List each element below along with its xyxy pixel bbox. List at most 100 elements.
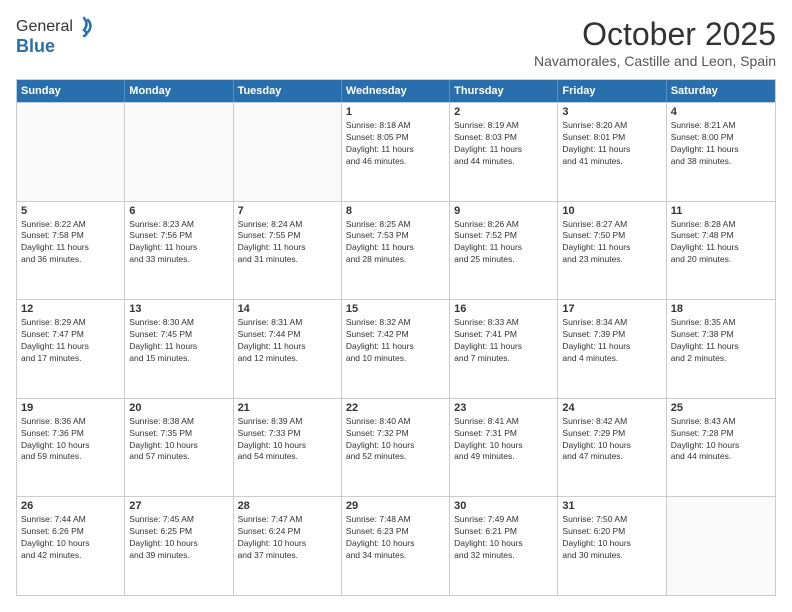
day-cell-10: 10 Sunrise: 8:27 AM Sunset: 7:50 PM Dayli… [558,202,666,300]
date-number: 21 [238,402,337,414]
date-number: 2 [454,106,553,118]
cell-info-text: Sunrise: 8:31 AM Sunset: 7:44 PM Dayligh… [238,317,337,365]
date-number: 24 [562,402,661,414]
cell-info-text: Sunrise: 8:18 AM Sunset: 8:05 PM Dayligh… [346,120,445,168]
cell-info-text: Sunrise: 8:19 AM Sunset: 8:03 PM Dayligh… [454,120,553,168]
cell-info-text: Sunrise: 8:26 AM Sunset: 7:52 PM Dayligh… [454,219,553,267]
day-cell-13: 13Sunrise: 8:30 AM Sunset: 7:45 PM Dayli… [125,300,233,398]
day-cell-25: 25 Sunrise: 8:43 AM Sunset: 7:28 PM Dayli… [667,399,775,497]
cell-info-text: Sunrise: 8:40 AM Sunset: 7:32 PM Dayligh… [346,416,445,464]
cell-info-text: Sunrise: 8:20 AM Sunset: 8:01 PM Dayligh… [562,120,661,168]
date-number: 15 [346,303,445,315]
calendar-header: SundayMondayTuesdayWednesdayThursdayFrid… [17,80,775,102]
date-number: 10 [562,205,661,217]
date-number: 12 [21,303,120,315]
day-cell-21: 21 Sunrise: 8:39 AM Sunset: 7:33 PM Dayli… [234,399,342,497]
cell-info-text: Sunrise: 8:38 AM Sunset: 7:35 PM Dayligh… [129,416,228,464]
date-number: 3 [562,106,661,118]
day-header-friday: Friday [558,80,666,102]
day-cell-2: 2 Sunrise: 8:19 AM Sunset: 8:03 PM Daylig… [450,103,558,201]
calendar: SundayMondayTuesdayWednesdayThursdayFrid… [16,79,776,596]
day-cell-19: 19 Sunrise: 8:36 AM Sunset: 7:36 PM Dayli… [17,399,125,497]
date-number: 4 [671,106,771,118]
day-cell-8: 8Sunrise: 8:25 AM Sunset: 7:53 PM Daylig… [342,202,450,300]
cell-info-text: Sunrise: 7:45 AM Sunset: 6:25 PM Dayligh… [129,514,228,562]
date-number: 30 [454,500,553,512]
week-row-5: 26 Sunrise: 7:44 AM Sunset: 6:26 PM Dayli… [17,496,775,595]
day-cell-18: 18 Sunrise: 8:35 AM Sunset: 7:38 PM Dayli… [667,300,775,398]
empty-cell [234,103,342,201]
date-number: 14 [238,303,337,315]
calendar-body: 1Sunrise: 8:18 AM Sunset: 8:05 PM Daylig… [17,102,775,595]
date-number: 25 [671,402,771,414]
title-section: October 2025 Navamorales, Castille and L… [534,16,776,69]
cell-info-text: Sunrise: 8:32 AM Sunset: 7:42 PM Dayligh… [346,317,445,365]
date-number: 8 [346,205,445,217]
day-cell-20: 20 Sunrise: 8:38 AM Sunset: 7:35 PM Dayli… [125,399,233,497]
cell-info-text: Sunrise: 7:44 AM Sunset: 6:26 PM Dayligh… [21,514,120,562]
cell-info-text: Sunrise: 8:36 AM Sunset: 7:36 PM Dayligh… [21,416,120,464]
day-cell-15: 15 Sunrise: 8:32 AM Sunset: 7:42 PM Dayli… [342,300,450,398]
date-number: 9 [454,205,553,217]
day-cell-26: 26 Sunrise: 7:44 AM Sunset: 6:26 PM Dayli… [17,497,125,595]
week-row-4: 19 Sunrise: 8:36 AM Sunset: 7:36 PM Dayli… [17,398,775,497]
cell-info-text: Sunrise: 8:27 AM Sunset: 7:50 PM Dayligh… [562,219,661,267]
date-number: 27 [129,500,228,512]
date-number: 19 [21,402,120,414]
day-cell-4: 4Sunrise: 8:21 AM Sunset: 8:00 PM Daylig… [667,103,775,201]
cell-info-text: Sunrise: 8:23 AM Sunset: 7:56 PM Dayligh… [129,219,228,267]
day-cell-30: 30Sunrise: 7:49 AM Sunset: 6:21 PM Dayli… [450,497,558,595]
date-number: 7 [238,205,337,217]
day-cell-23: 23 Sunrise: 8:41 AM Sunset: 7:31 PM Dayli… [450,399,558,497]
week-row-1: 1Sunrise: 8:18 AM Sunset: 8:05 PM Daylig… [17,102,775,201]
cell-info-text: Sunrise: 8:35 AM Sunset: 7:38 PM Dayligh… [671,317,771,365]
cell-info-text: Sunrise: 8:41 AM Sunset: 7:31 PM Dayligh… [454,416,553,464]
date-number: 26 [21,500,120,512]
day-cell-14: 14 Sunrise: 8:31 AM Sunset: 7:44 PM Dayli… [234,300,342,398]
day-cell-22: 22 Sunrise: 8:40 AM Sunset: 7:32 PM Dayli… [342,399,450,497]
logo-blue-text: Blue [16,36,93,57]
day-cell-17: 17Sunrise: 8:34 AM Sunset: 7:39 PM Dayli… [558,300,666,398]
cell-info-text: Sunrise: 8:29 AM Sunset: 7:47 PM Dayligh… [21,317,120,365]
day-cell-7: 7 Sunrise: 8:24 AM Sunset: 7:55 PM Daylig… [234,202,342,300]
day-cell-6: 6Sunrise: 8:23 AM Sunset: 7:56 PM Daylig… [125,202,233,300]
day-header-saturday: Saturday [667,80,775,102]
cell-info-text: Sunrise: 8:43 AM Sunset: 7:28 PM Dayligh… [671,416,771,464]
date-number: 28 [238,500,337,512]
cell-info-text: Sunrise: 8:42 AM Sunset: 7:29 PM Dayligh… [562,416,661,464]
cell-info-text: Sunrise: 7:47 AM Sunset: 6:24 PM Dayligh… [238,514,337,562]
empty-cell [667,497,775,595]
empty-cell [125,103,233,201]
day-header-tuesday: Tuesday [234,80,342,102]
date-number: 18 [671,303,771,315]
header: General Blue October 2025 Navamorales, C… [16,16,776,69]
date-number: 29 [346,500,445,512]
day-cell-29: 29 Sunrise: 7:48 AM Sunset: 6:23 PM Dayli… [342,497,450,595]
day-cell-24: 24 Sunrise: 8:42 AM Sunset: 7:29 PM Dayli… [558,399,666,497]
date-number: 23 [454,402,553,414]
logo: General Blue [16,16,93,57]
day-cell-1: 1Sunrise: 8:18 AM Sunset: 8:05 PM Daylig… [342,103,450,201]
day-cell-12: 12 Sunrise: 8:29 AM Sunset: 7:47 PM Dayli… [17,300,125,398]
day-cell-3: 3 Sunrise: 8:20 AM Sunset: 8:01 PM Daylig… [558,103,666,201]
day-cell-27: 27 Sunrise: 7:45 AM Sunset: 6:25 PM Dayli… [125,497,233,595]
cell-info-text: Sunrise: 8:28 AM Sunset: 7:48 PM Dayligh… [671,219,771,267]
day-cell-31: 31Sunrise: 7:50 AM Sunset: 6:20 PM Dayli… [558,497,666,595]
location-title: Navamorales, Castille and Leon, Spain [534,53,776,69]
date-number: 16 [454,303,553,315]
cell-info-text: Sunrise: 8:34 AM Sunset: 7:39 PM Dayligh… [562,317,661,365]
day-cell-5: 5Sunrise: 8:22 AM Sunset: 7:58 PM Daylig… [17,202,125,300]
cell-info-text: Sunrise: 8:39 AM Sunset: 7:33 PM Dayligh… [238,416,337,464]
date-number: 20 [129,402,228,414]
date-number: 22 [346,402,445,414]
cell-info-text: Sunrise: 7:48 AM Sunset: 6:23 PM Dayligh… [346,514,445,562]
empty-cell [17,103,125,201]
day-header-sunday: Sunday [17,80,125,102]
date-number: 31 [562,500,661,512]
cell-info-text: Sunrise: 8:24 AM Sunset: 7:55 PM Dayligh… [238,219,337,267]
cell-info-text: Sunrise: 8:22 AM Sunset: 7:58 PM Dayligh… [21,219,120,267]
day-header-thursday: Thursday [450,80,558,102]
cell-info-text: Sunrise: 8:33 AM Sunset: 7:41 PM Dayligh… [454,317,553,365]
cell-info-text: Sunrise: 8:30 AM Sunset: 7:45 PM Dayligh… [129,317,228,365]
day-cell-16: 16 Sunrise: 8:33 AM Sunset: 7:41 PM Dayli… [450,300,558,398]
